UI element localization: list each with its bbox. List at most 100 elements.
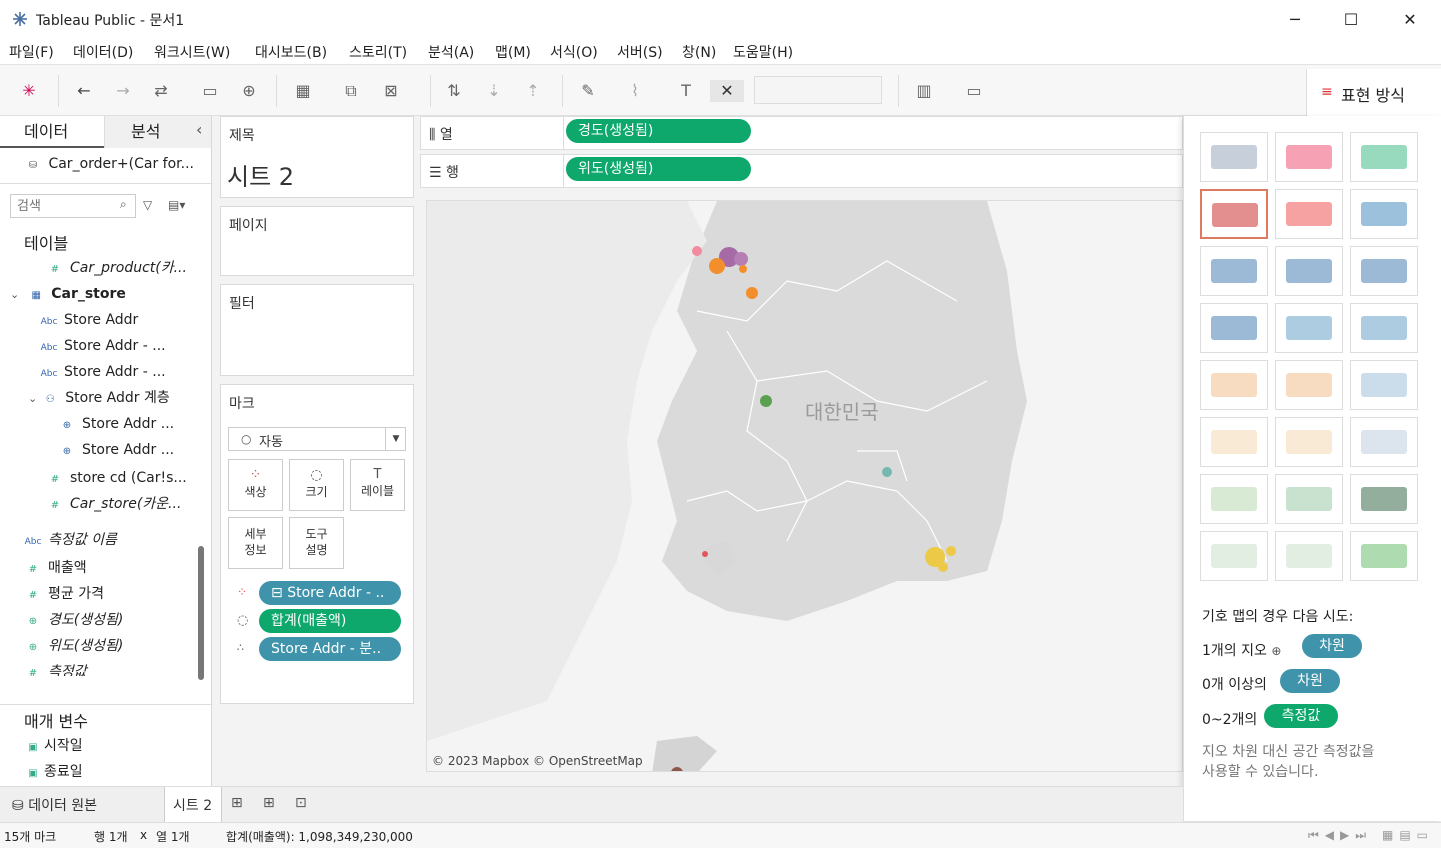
box-plot-thumb[interactable] — [1350, 474, 1418, 524]
columns-pill[interactable]: 경도(생성됨) — [566, 119, 751, 143]
scatter-plot-thumb[interactable] — [1200, 474, 1268, 524]
scrollbar-thumb[interactable] — [198, 546, 204, 680]
tab-sheet-2[interactable]: 시트 2 — [164, 787, 222, 822]
view-mode-icons[interactable]: ▦▤▭ — [1382, 828, 1434, 842]
label-button[interactable]: T 레이블 — [350, 459, 405, 511]
datasource-item[interactable]: ⛁ Car_order+(Car for... — [22, 152, 194, 176]
redo-icon[interactable]: → — [112, 80, 134, 102]
line-continuous-thumb[interactable] — [1200, 360, 1268, 410]
new-story-icon[interactable]: ⊡ — [295, 795, 307, 811]
color-button[interactable]: ⁘ 색상 — [228, 459, 283, 511]
duplicate-sheet-icon[interactable]: ⧉ — [340, 80, 362, 102]
tab-data[interactable]: 데이터 — [0, 116, 104, 148]
show-me-button[interactable]: ≡ 표현 방식 — [1306, 69, 1441, 117]
field-item[interactable]: # 평균 가격 — [22, 582, 104, 606]
group-icon[interactable]: ⌇ — [624, 80, 646, 102]
columns-shelf[interactable]: ⫼ 열 경도(생성됨) — [420, 116, 1183, 150]
save-icon[interactable]: ▭ — [199, 80, 221, 102]
filter-icon[interactable]: ▽ — [143, 198, 152, 212]
field-item[interactable]: Abc 측정값 이름 — [22, 528, 117, 552]
horizontal-bar-thumb[interactable] — [1200, 246, 1268, 296]
field-item[interactable]: ⊕ Store Addr ... — [56, 438, 174, 462]
field-item[interactable]: ⌄ ▦ Car_store — [10, 282, 126, 306]
sheet-navigation-icons[interactable]: ⏮◀▶⏭ — [1308, 828, 1372, 843]
chevron-down-icon[interactable]: ⌄ — [28, 392, 37, 405]
line-discrete-thumb[interactable] — [1275, 360, 1343, 410]
highlight-table-thumb[interactable] — [1350, 132, 1418, 182]
field-item[interactable]: Abc Store Addr - ... — [38, 334, 166, 358]
tab-analysis[interactable]: 분석 — [104, 116, 211, 148]
stacked-bar-thumb[interactable] — [1275, 246, 1343, 296]
field-item[interactable]: # Car_product(카... — [44, 256, 187, 280]
side-by-side-bar-thumb[interactable] — [1350, 246, 1418, 296]
area-discrete-thumb[interactable] — [1275, 417, 1343, 467]
replace-data-icon[interactable]: ⇄ — [150, 80, 172, 102]
menu-file[interactable]: 파일(F) — [9, 42, 54, 62]
menu-window[interactable]: 창(N) — [682, 42, 716, 62]
menu-dashboard[interactable]: 대시보드(B) — [255, 42, 327, 62]
map-view[interactable]: 대한민국 © 2023 Mapbox © OpenStreetMap — [426, 200, 1183, 772]
tooltip-button[interactable]: 도구 설명 — [289, 517, 344, 569]
circle-view-thumb[interactable] — [1275, 303, 1343, 353]
side-by-side-circle-thumb[interactable] — [1350, 303, 1418, 353]
text-table-thumb[interactable] — [1200, 132, 1268, 182]
bullet-graph-thumb[interactable] — [1275, 531, 1343, 581]
show-cards-icon[interactable]: ▥ — [913, 80, 935, 102]
menu-format[interactable]: 서식(O) — [550, 42, 598, 62]
rows-pill[interactable]: 위도(생성됨) — [566, 157, 751, 181]
new-dashboard-icon[interactable]: ⊞ — [263, 795, 275, 811]
map-mark[interactable] — [882, 467, 892, 477]
pie-chart-thumb[interactable] — [1350, 189, 1418, 239]
pages-shelf[interactable]: 페이지 — [220, 206, 414, 276]
field-item[interactable]: ⊕ 경도(생성됨) — [22, 608, 124, 632]
sheet-title[interactable]: 시트 2 — [227, 157, 294, 192]
field-item[interactable]: # Car_store(카운... — [44, 492, 182, 516]
map-mark[interactable] — [692, 246, 702, 256]
map-mark[interactable] — [938, 562, 948, 572]
mark-pill-color[interactable]: ⊟ Store Addr - .. — [259, 581, 401, 605]
close-button[interactable]: ✕ — [1399, 8, 1421, 30]
field-item[interactable]: Abc Store Addr — [38, 308, 139, 332]
presentation-mode-icon[interactable]: ▭ — [963, 80, 985, 102]
show-labels-icon[interactable]: T — [675, 80, 697, 102]
mark-pill-size[interactable]: 합계(매출액) — [259, 609, 401, 633]
field-item[interactable]: # 매출액 — [22, 556, 87, 580]
map-mark[interactable] — [739, 265, 747, 273]
field-item[interactable]: # 측정값 — [22, 660, 87, 676]
minimize-button[interactable]: ─ — [1284, 8, 1306, 30]
map-mark[interactable] — [709, 258, 725, 274]
chevron-down-icon[interactable]: ⌄ — [10, 288, 19, 301]
tab-datasource[interactable]: ⛁ 데이터 원본 — [0, 787, 164, 822]
field-item[interactable]: ⊕ 위도(생성됨) — [22, 634, 124, 658]
parameter-item[interactable]: ▣ 종료일 — [22, 760, 82, 784]
rows-shelf[interactable]: ☰ 행 위도(생성됨) — [420, 154, 1183, 188]
histogram-thumb[interactable] — [1275, 474, 1343, 524]
menu-server[interactable]: 서버(S) — [617, 42, 663, 62]
field-item[interactable]: ⊕ Store Addr ... — [56, 412, 174, 436]
field-item[interactable]: Abc Store Addr - ... — [38, 360, 166, 384]
packed-bubbles-thumb[interactable] — [1350, 531, 1418, 581]
mark-pill-detail[interactable]: Store Addr - 분.. — [259, 637, 401, 661]
tableau-home-icon[interactable]: ✳ — [18, 80, 40, 102]
symbol-map-thumb[interactable] — [1200, 189, 1268, 239]
heat-map-thumb[interactable] — [1275, 132, 1343, 182]
collapse-pane-button[interactable]: ‹ — [196, 120, 202, 139]
menu-data[interactable]: 데이터(D) — [73, 42, 133, 62]
swap-rows-columns-icon[interactable]: ⇅ — [443, 80, 465, 102]
detail-button[interactable]: 세부 정보 — [228, 517, 283, 569]
filters-shelf[interactable]: 필터 — [220, 284, 414, 376]
sort-ascending-icon[interactable]: ⇣ — [483, 80, 505, 102]
mark-type-dropdown[interactable]: ○ 자동 ▼ — [228, 427, 406, 451]
map-mark[interactable] — [746, 287, 758, 299]
treemap-thumb[interactable] — [1200, 303, 1268, 353]
map-mark[interactable] — [946, 546, 956, 556]
undo-icon[interactable]: ← — [73, 80, 95, 102]
size-button[interactable]: ◌ 크기 — [289, 459, 344, 511]
highlight-icon[interactable]: ✎ — [577, 80, 599, 102]
view-options-icon[interactable]: ▤▾ — [168, 198, 185, 212]
sort-descending-icon[interactable]: ⇡ — [522, 80, 544, 102]
maximize-button[interactable]: ☐ — [1340, 8, 1362, 30]
map-mark[interactable] — [734, 252, 748, 266]
menu-help[interactable]: 도움말(H) — [733, 42, 793, 62]
clear-sheet-icon[interactable]: ⊠ — [380, 80, 402, 102]
